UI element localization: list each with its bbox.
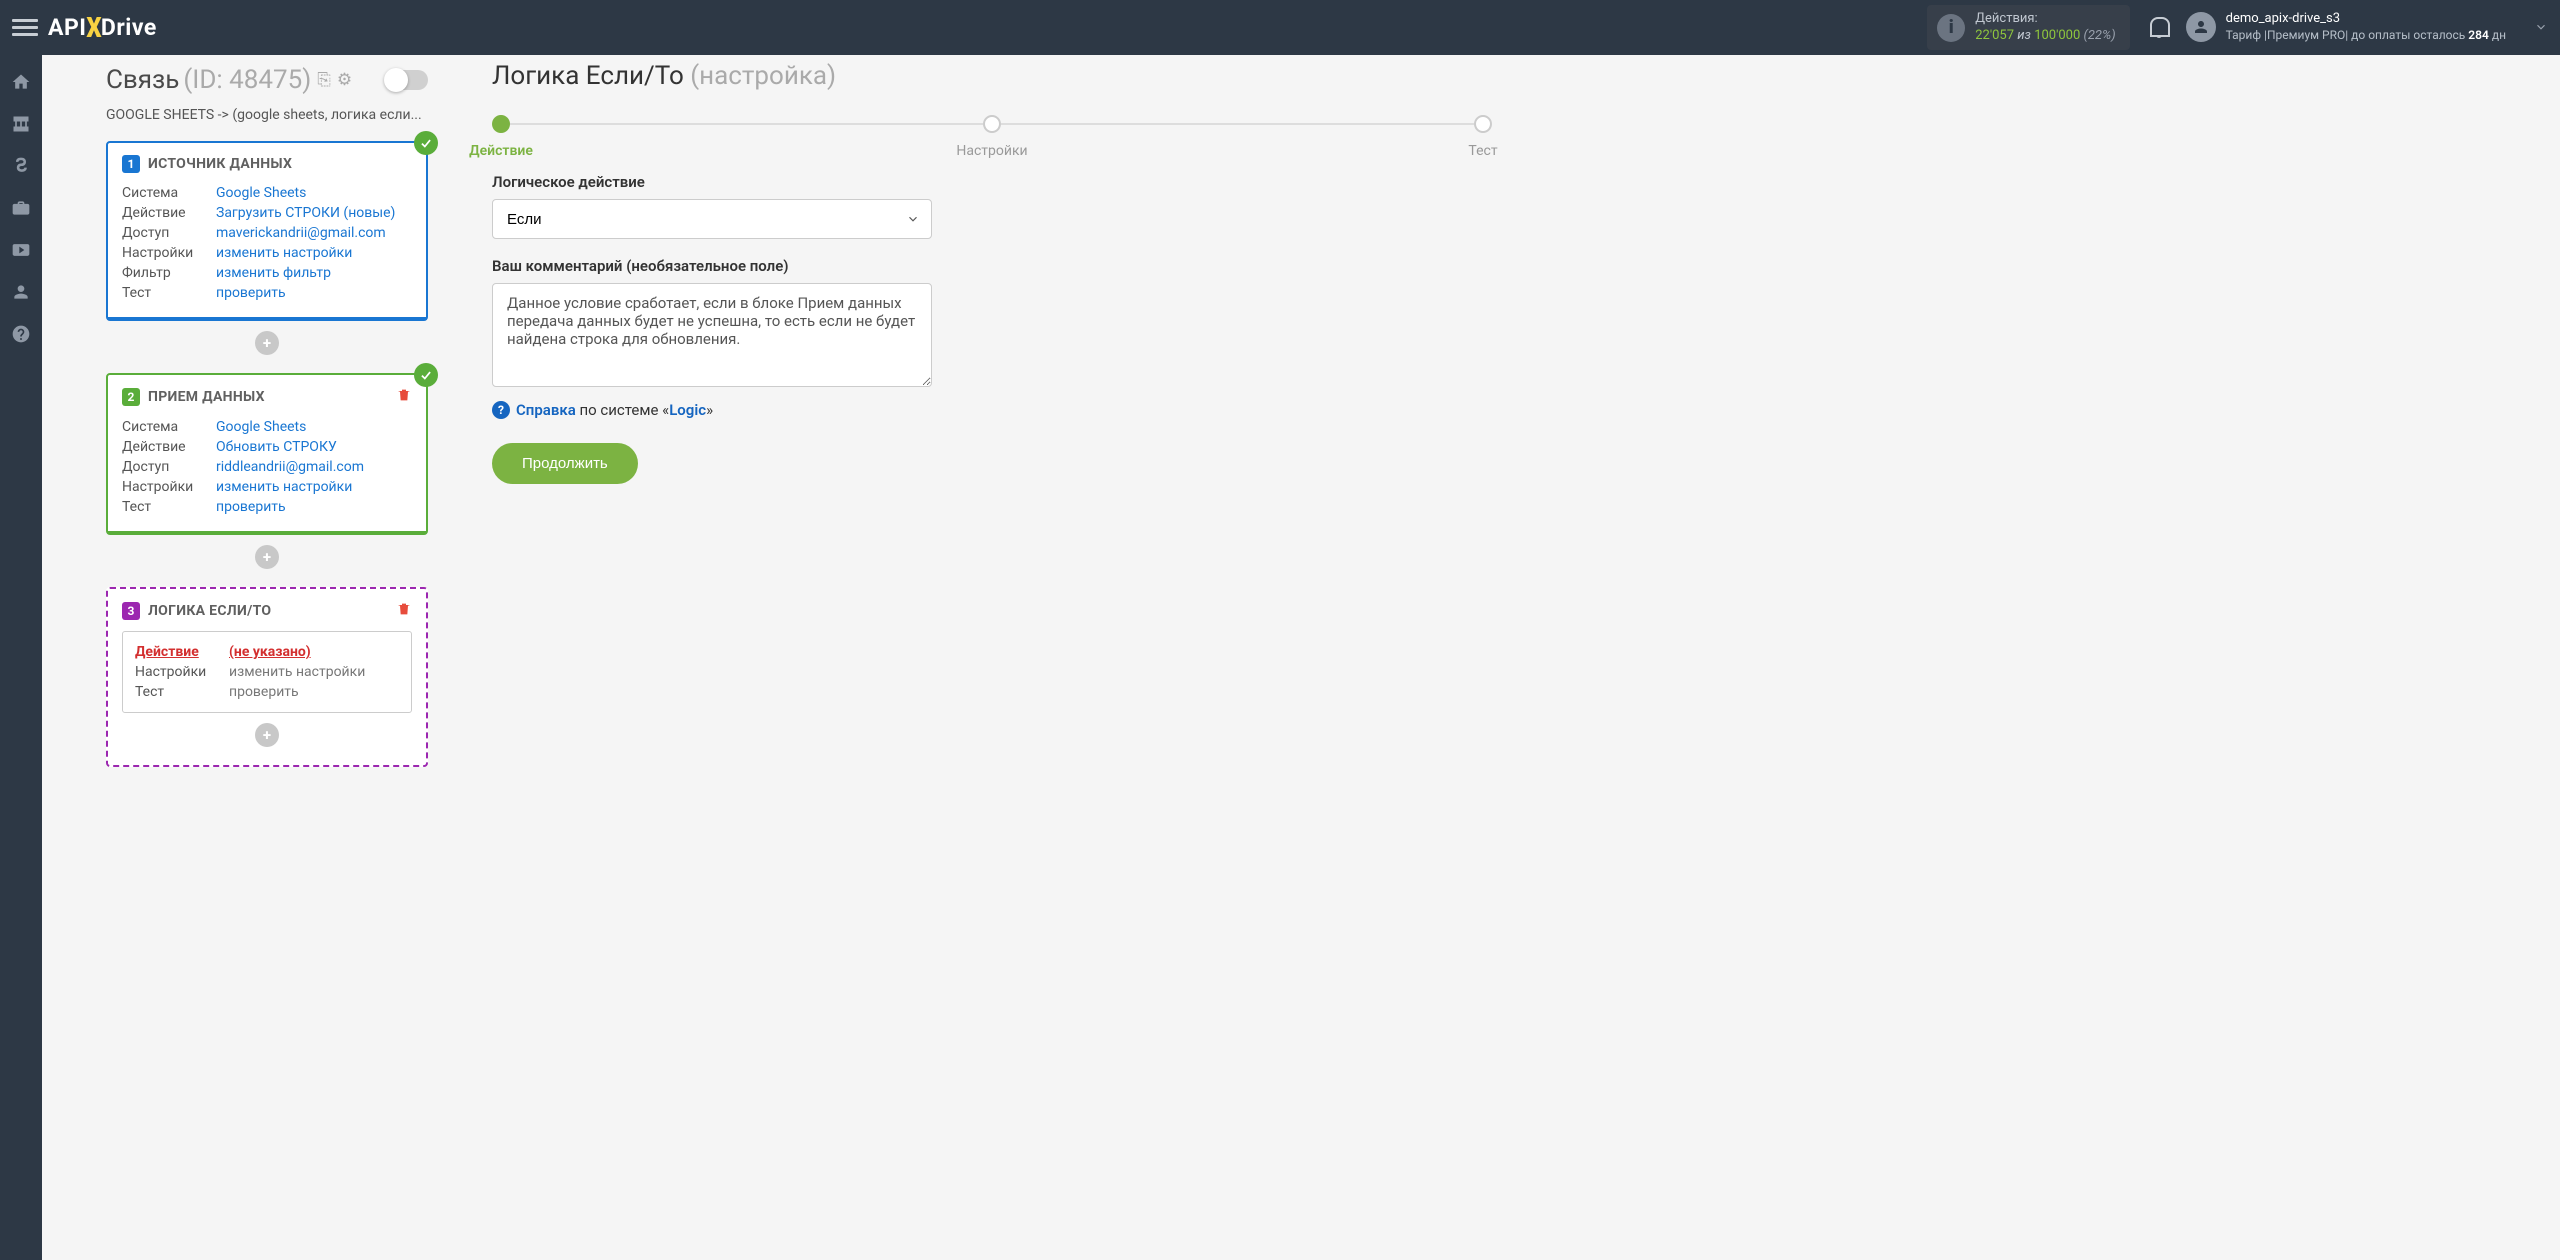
- card-title: ПРИЕМ ДАННЫХ: [148, 389, 265, 405]
- sidebar-connections[interactable]: [0, 103, 42, 145]
- user-menu[interactable]: demo_apix-drive_s3 Тариф |Премиум PRO| д…: [2186, 11, 2548, 43]
- left-panel: Связь (ID: 48475) ⎘ ⚙ GOOGLE SHEETS -> (…: [42, 55, 452, 787]
- user-name: demo_apix-drive_s3: [2226, 11, 2506, 28]
- actions-counter[interactable]: i Действия: 22'057 из 100'000 (22%): [1927, 5, 2129, 50]
- copy-icon[interactable]: ⎘: [317, 70, 331, 90]
- card-number: 1: [122, 155, 140, 173]
- add-step-button[interactable]: +: [255, 545, 279, 569]
- actions-of: из: [2017, 28, 2031, 43]
- sidebar-video[interactable]: [0, 229, 42, 271]
- actions-label: Действия:: [1975, 11, 2115, 27]
- sidebar-billing[interactable]: [0, 145, 42, 187]
- logic-action[interactable]: (не указано): [229, 644, 311, 660]
- help-system[interactable]: Logic: [669, 401, 706, 419]
- source-settings[interactable]: изменить настройки: [216, 245, 352, 261]
- check-icon: [414, 131, 438, 155]
- check-icon: [414, 363, 438, 387]
- card-title: ИСТОЧНИК ДАННЫХ: [148, 156, 292, 172]
- card-source: 1 ИСТОЧНИК ДАННЫХ СистемаGoogle Sheets Д…: [106, 141, 428, 321]
- card-number: 3: [122, 602, 140, 620]
- actions-pct: (22%): [2084, 28, 2116, 43]
- help-word[interactable]: Справка: [516, 401, 576, 419]
- logic-action-select[interactable]: [492, 199, 932, 239]
- help-link[interactable]: ? Справка по системе «Logic»: [492, 401, 1492, 419]
- connection-toggle[interactable]: [386, 70, 428, 90]
- help-icon: ?: [492, 401, 510, 419]
- trash-icon[interactable]: [396, 387, 412, 407]
- logo-text-2: Drive: [101, 14, 157, 41]
- dest-system[interactable]: Google Sheets: [216, 419, 306, 435]
- gear-icon[interactable]: ⚙: [337, 70, 352, 90]
- chevron-down-icon: [2534, 20, 2548, 34]
- logo-text-1: API: [48, 14, 87, 41]
- logo[interactable]: APIXDrive: [48, 11, 157, 44]
- connection-id: (ID: 48475): [183, 65, 311, 95]
- actions-used: 22'057: [1975, 28, 2014, 43]
- dest-test[interactable]: проверить: [216, 499, 286, 515]
- comment-input[interactable]: [492, 283, 932, 387]
- dest-action[interactable]: Обновить СТРОКУ: [216, 439, 337, 455]
- connection-subtitle: GOOGLE SHEETS -> (google sheets, логика …: [106, 107, 428, 123]
- step-settings[interactable]: Настройки: [983, 115, 1001, 133]
- dest-access[interactable]: riddleandrii@gmail.com: [216, 459, 364, 475]
- source-test[interactable]: проверить: [216, 285, 286, 301]
- sidebar: [0, 55, 42, 1260]
- step-test[interactable]: Тест: [1474, 115, 1492, 133]
- step-action[interactable]: Действие: [492, 115, 510, 133]
- logic-test[interactable]: проверить: [229, 684, 299, 700]
- connection-title: Связь (ID: 48475) ⎘ ⚙: [106, 65, 428, 95]
- dest-settings[interactable]: изменить настройки: [216, 479, 352, 495]
- right-panel: Логика Если/То (настройка) Действие Наст…: [452, 55, 1532, 787]
- logic-settings[interactable]: изменить настройки: [229, 664, 365, 680]
- label-comment: Ваш комментарий (необязательное поле): [492, 257, 1492, 275]
- sidebar-user[interactable]: [0, 271, 42, 313]
- source-action[interactable]: Загрузить СТРОКИ (новые): [216, 205, 395, 221]
- sidebar-help[interactable]: [0, 313, 42, 355]
- source-access[interactable]: maverickandrii@gmail.com: [216, 225, 386, 241]
- trash-icon[interactable]: [396, 601, 412, 621]
- label-logic-action: Логическое действие: [492, 173, 1492, 191]
- card-title: ЛОГИКА ЕСЛИ/ТО: [148, 603, 271, 619]
- sidebar-briefcase[interactable]: [0, 187, 42, 229]
- continue-button[interactable]: Продолжить: [492, 443, 638, 484]
- card-destination: 2 ПРИЕМ ДАННЫХ СистемаGoogle Sheets Дейс…: [106, 373, 428, 535]
- logic-inner: Действие(не указано) Настройкиизменить н…: [122, 631, 412, 713]
- info-icon: i: [1937, 14, 1965, 42]
- stepper: Действие Настройки Тест: [492, 115, 1492, 133]
- page-title: Логика Если/То (настройка): [492, 61, 1492, 91]
- tariff-info: Тариф |Премиум PRO| до оплаты осталось 2…: [2226, 28, 2506, 44]
- source-filter[interactable]: изменить фильтр: [216, 265, 331, 281]
- actions-total: 100'000: [2034, 28, 2080, 43]
- app-header: APIXDrive i Действия: 22'057 из 100'000 …: [0, 0, 2560, 55]
- logo-x: X: [86, 11, 102, 44]
- hamburger-icon[interactable]: [12, 15, 38, 41]
- bell-icon[interactable]: [2150, 17, 2170, 39]
- card-logic: 3 ЛОГИКА ЕСЛИ/ТО Действие(не указано) На…: [106, 587, 428, 767]
- add-branch-button[interactable]: +: [255, 723, 279, 747]
- add-step-button[interactable]: +: [255, 331, 279, 355]
- source-system[interactable]: Google Sheets: [216, 185, 306, 201]
- sidebar-home[interactable]: [0, 61, 42, 103]
- card-number: 2: [122, 388, 140, 406]
- avatar-icon: [2186, 12, 2216, 42]
